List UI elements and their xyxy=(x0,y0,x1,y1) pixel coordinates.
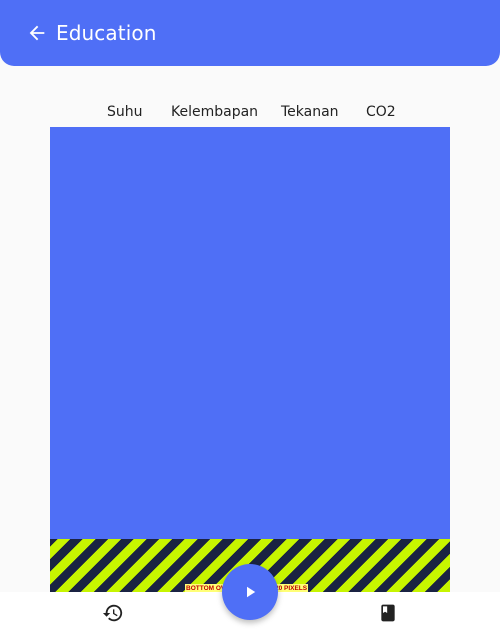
play-icon xyxy=(247,586,256,598)
history-icon xyxy=(102,604,123,622)
tab-content-panel xyxy=(50,127,450,539)
tab-co2[interactable]: CO2 xyxy=(366,104,396,120)
nav-book-button[interactable] xyxy=(376,601,400,625)
tab-bar: Suhu Kelembapan Tekanan CO2 xyxy=(0,104,500,126)
nav-history-button[interactable] xyxy=(101,601,125,625)
page-title: Education xyxy=(56,21,157,45)
tab-suhu[interactable]: Suhu xyxy=(107,104,143,120)
arrow-back-icon xyxy=(29,25,45,41)
back-button[interactable] xyxy=(22,18,52,48)
tab-kelembapan[interactable]: Kelembapan xyxy=(171,104,258,120)
book-icon xyxy=(381,604,395,622)
tab-tekanan[interactable]: Tekanan xyxy=(281,104,339,120)
app-bar: Education xyxy=(0,0,500,66)
play-button[interactable] xyxy=(222,564,278,620)
